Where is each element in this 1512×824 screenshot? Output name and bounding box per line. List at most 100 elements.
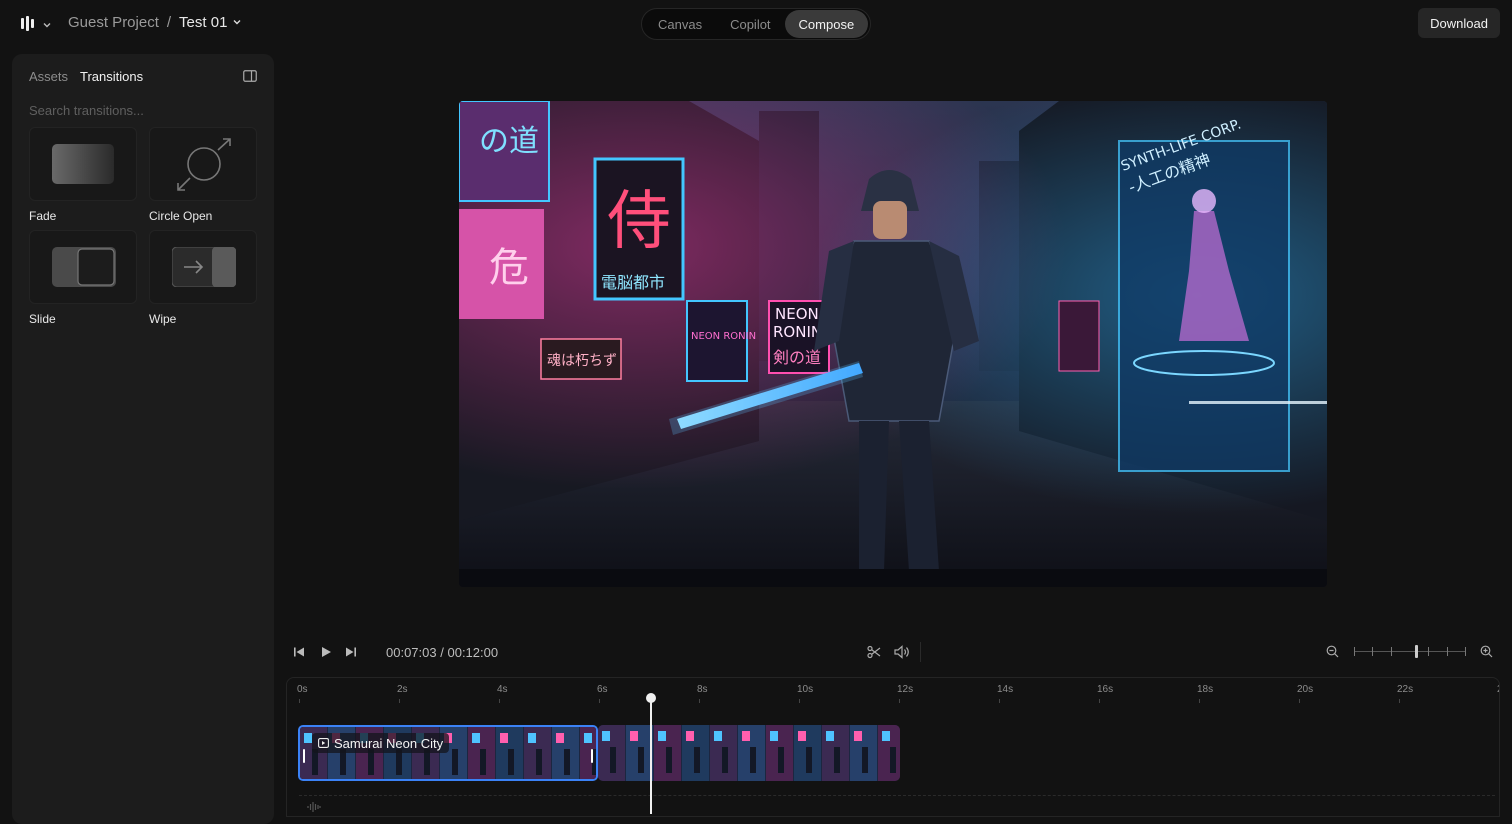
- ruler-tick: [1199, 699, 1200, 703]
- zoom-tick: [1447, 647, 1448, 656]
- ruler-tick: [1399, 699, 1400, 703]
- transition-label: Slide: [29, 312, 56, 326]
- breadcrumb-project[interactable]: Guest Project: [68, 14, 159, 31]
- zoom-out-button[interactable]: [1326, 645, 1339, 663]
- transition-card-wipe[interactable]: Wipe: [149, 230, 257, 326]
- clip-frame-sign: [826, 731, 834, 741]
- mode-canvas[interactable]: Canvas: [644, 10, 716, 38]
- breadcrumb-current[interactable]: Test 01: [179, 14, 242, 31]
- transition-thumb: [149, 230, 257, 304]
- ruler-label: 14s: [997, 684, 1014, 695]
- tab-assets[interactable]: Assets: [29, 69, 68, 84]
- split-button[interactable]: [867, 645, 881, 664]
- clip-frame-sign: [658, 731, 666, 741]
- clip-frame-sign: [854, 731, 862, 741]
- ruler-tick: [899, 699, 900, 703]
- transition-card-fade[interactable]: Fade: [29, 127, 137, 223]
- trim-handle-right[interactable]: [591, 749, 593, 763]
- ruler-label: 16s: [1097, 684, 1114, 695]
- clip-frame-figure: [480, 749, 486, 775]
- clip-frame-figure: [722, 747, 728, 773]
- clip-frame-figure: [862, 747, 868, 773]
- clip-frame-sign: [770, 731, 778, 741]
- breadcrumb-current-label: Test 01: [179, 14, 228, 31]
- zoom-tick: [1465, 647, 1466, 656]
- clip-frame-figure: [750, 747, 756, 773]
- clip-frame-figure: [508, 749, 514, 775]
- clip-frame-figure: [610, 747, 616, 773]
- ruler-label: 10s: [797, 684, 814, 695]
- timeline[interactable]: 0s 2s 4s 6s 8s 10s 12s 14s 16s 18s 20s 22s 24 Samura…: [286, 677, 1500, 817]
- mode-copilot[interactable]: Copilot: [716, 10, 784, 38]
- transition-thumb: [29, 230, 137, 304]
- zoom-slider-thumb[interactable]: [1414, 645, 1418, 658]
- mode-switcher: Canvas Copilot Compose: [641, 8, 872, 40]
- video-preview[interactable]: の道 危 侍 電脳都市 NEON RONIN NEON RONIN 剣の道 魂は…: [459, 101, 1327, 587]
- transition-card-slide[interactable]: Slide: [29, 230, 137, 326]
- skip-back-icon: [293, 645, 305, 662]
- playback-controls: 00:07:03 / 00:12:00: [286, 638, 1502, 666]
- toggle-panel-button[interactable]: [243, 69, 257, 87]
- circle-open-icon: [174, 136, 234, 199]
- playhead[interactable]: [649, 698, 652, 814]
- ruler-tick: [599, 699, 600, 703]
- sign-text: 侍: [607, 185, 671, 259]
- tab-transitions[interactable]: Transitions: [80, 69, 143, 84]
- clip-frame-figure: [666, 747, 672, 773]
- top-bar: Guest Project / Test 01 Canvas Copilot C…: [0, 0, 1512, 46]
- clip-frame-sign: [304, 733, 312, 743]
- zoom-slider[interactable]: [1354, 645, 1466, 658]
- transition-thumb: [149, 127, 257, 201]
- zoom-tick: [1354, 647, 1355, 656]
- ruler-tick: [1099, 699, 1100, 703]
- skip-forward-button[interactable]: [345, 645, 357, 663]
- download-button[interactable]: Download: [1418, 8, 1500, 38]
- play-icon: [320, 645, 332, 662]
- time-display: 00:07:03 / 00:12:00: [386, 645, 498, 660]
- search-transitions-input[interactable]: [29, 100, 257, 120]
- breadcrumb: Guest Project / Test 01: [68, 14, 242, 31]
- transition-label: Circle Open: [149, 209, 213, 223]
- sign-text: RONIN: [773, 323, 822, 341]
- trim-handle-left[interactable]: [303, 749, 305, 763]
- sign-text: 魂は朽ちず: [547, 353, 617, 369]
- volume-icon: [894, 645, 910, 663]
- sign-text: NEON: [775, 305, 819, 323]
- ruler-label: 2s: [397, 684, 408, 695]
- ruler-tick: [699, 699, 700, 703]
- video-clip-selected[interactable]: Samurai Neon City: [298, 725, 598, 781]
- clip-frame-sign: [630, 731, 638, 741]
- mode-compose[interactable]: Compose: [784, 10, 869, 38]
- skip-back-button[interactable]: [293, 645, 305, 663]
- wipe-icon: [171, 246, 237, 292]
- fade-icon: [52, 144, 114, 189]
- clip-frame-sign: [556, 733, 564, 743]
- transition-card-circle-open[interactable]: Circle Open: [149, 127, 257, 223]
- zoom-out-icon: [1326, 645, 1339, 662]
- playhead-handle[interactable]: [645, 693, 656, 703]
- time-separator: /: [440, 645, 444, 660]
- divider: [920, 642, 921, 662]
- volume-button[interactable]: [894, 645, 910, 664]
- zoom-in-button[interactable]: [1480, 645, 1493, 663]
- ruler-label: 6s: [597, 684, 608, 695]
- clip-label: Samurai Neon City: [312, 733, 450, 753]
- current-time: 00:07:03: [386, 645, 437, 660]
- sign-text: の道: [479, 124, 539, 159]
- logo-icon: [20, 15, 36, 36]
- video-icon: [318, 736, 329, 751]
- app-menu[interactable]: [20, 15, 52, 36]
- sidebar: Assets Transitions Fade Circle Open Sl: [12, 54, 274, 824]
- ruler-label: 20s: [1297, 684, 1314, 695]
- video-clip[interactable]: [598, 725, 900, 781]
- clip-thumbnails: [598, 725, 900, 781]
- clip-frame-figure: [778, 747, 784, 773]
- ruler-tick: [499, 699, 500, 703]
- ruler-label: 18s: [1197, 684, 1214, 695]
- ruler-label: 8s: [697, 684, 708, 695]
- clip-frame-sign: [714, 731, 722, 741]
- play-button[interactable]: [320, 645, 332, 663]
- clip-frame-figure: [834, 747, 840, 773]
- clip-frame-sign: [528, 733, 536, 743]
- clip-frame-sign: [686, 731, 694, 741]
